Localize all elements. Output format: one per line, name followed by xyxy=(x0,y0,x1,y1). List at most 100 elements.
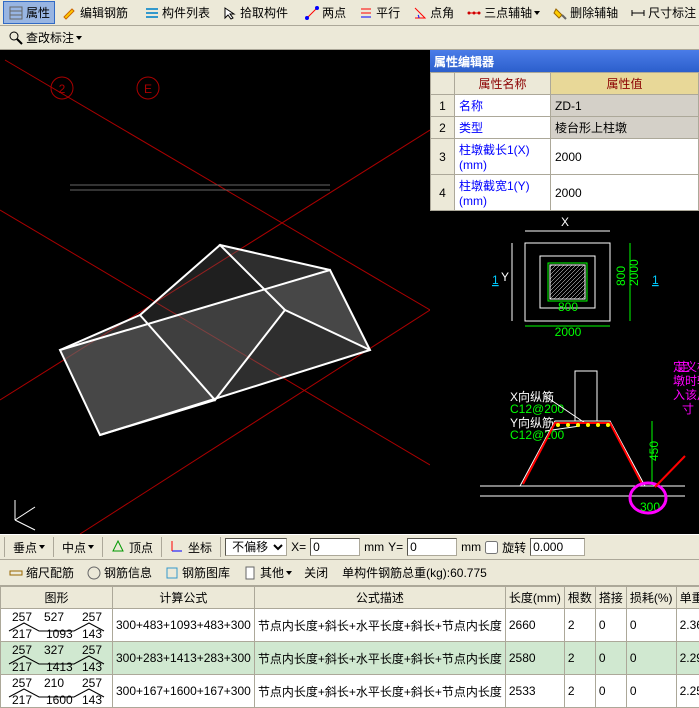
num-cell: 2 xyxy=(564,642,595,675)
svg-text:143: 143 xyxy=(82,627,102,639)
info-button[interactable]: 钢筋信息 xyxy=(81,561,157,584)
coord-snap-button[interactable]: 坐标 xyxy=(165,536,217,559)
comp-list-button[interactable]: 构件列表 xyxy=(139,1,215,24)
col-len[interactable]: 长度(mm) xyxy=(505,587,564,609)
svg-text:1600: 1600 xyxy=(46,693,73,705)
table-row[interactable]: 2573272572171413143300+283+1413+283+300节… xyxy=(1,642,699,675)
property-editor-panel: 属性编辑器 属性名称 属性值 1名称ZD-1 2类型棱台形上柱墩 3柱墩截长1(… xyxy=(430,50,699,534)
svg-text:1413: 1413 xyxy=(46,660,73,672)
close-button[interactable]: 关闭 xyxy=(299,561,333,584)
info-label: 钢筋信息 xyxy=(104,564,152,581)
prop-value-cell[interactable]: ZD-1 xyxy=(551,95,699,117)
col-lap[interactable]: 搭接 xyxy=(595,587,626,609)
snap-toolbar: 垂点 中点 顶点 坐标 不偏移 X= mm Y= mm 旋转 xyxy=(0,534,699,560)
svg-text:E: E xyxy=(144,82,152,96)
dim-button[interactable]: 尺寸标注 xyxy=(625,1,699,24)
info-icon xyxy=(86,565,102,581)
y-label: Y= xyxy=(388,540,403,554)
table-header-row: 图形 计算公式 公式描述 长度(mm) 根数 搭接 损耗(%) 单重 xyxy=(1,587,699,609)
svg-text:1: 1 xyxy=(492,273,499,287)
del-aux-button[interactable]: 删除辅轴 xyxy=(547,1,623,24)
col-shape[interactable]: 图形 xyxy=(1,587,113,609)
svg-text:X: X xyxy=(561,215,569,229)
y-input[interactable] xyxy=(407,538,457,556)
props-button[interactable]: 属性 xyxy=(3,1,55,24)
col-weight[interactable]: 单重 xyxy=(676,587,699,609)
col-value: 属性值 xyxy=(551,73,699,95)
shape-cell: 2572102572171600143 xyxy=(1,675,113,708)
separator xyxy=(4,537,5,557)
search-icon xyxy=(8,30,24,46)
property-editor-title: 属性编辑器 xyxy=(430,50,699,72)
mid-snap-button[interactable]: 中点 xyxy=(57,536,99,559)
close-label: 关闭 xyxy=(304,564,328,581)
props-label: 属性 xyxy=(26,4,50,21)
diagram-panel: X Y 800 2000 800 2000 1 1 xyxy=(430,211,699,534)
desc-cell: 节点内长度+斜长+水平长度+斜长+节点内长度 xyxy=(254,642,505,675)
point-angle-button[interactable]: 点角 xyxy=(407,1,459,24)
prop-value-cell[interactable]: 棱台形上柱墩 xyxy=(551,117,699,139)
dim-icon xyxy=(630,5,646,21)
table-row[interactable]: 2572102572171600143300+167+1600+167+300节… xyxy=(1,675,699,708)
prop-value-cell[interactable]: 2000 xyxy=(551,139,699,175)
rotate-input[interactable] xyxy=(530,538,585,556)
svg-text:2000: 2000 xyxy=(627,259,641,286)
desc-cell: 节点内长度+斜长+水平长度+斜长+节点内长度 xyxy=(254,675,505,708)
svg-text:800: 800 xyxy=(558,300,578,314)
pick-comp-button[interactable]: 拾取构件 xyxy=(217,1,293,24)
scale-button[interactable]: 缩尺配筋 xyxy=(3,561,79,584)
col-num[interactable]: 根数 xyxy=(564,587,595,609)
dim-label: 尺寸标注 xyxy=(648,4,696,21)
top-snap-button[interactable]: 顶点 xyxy=(106,536,158,559)
svg-text:327: 327 xyxy=(44,644,64,657)
separator xyxy=(220,537,221,557)
edit-rebar-button[interactable]: 编辑钢筋 xyxy=(57,1,133,24)
weight-label: 单构件钢筋总重(kg): xyxy=(342,564,450,581)
col-desc[interactable]: 公式描述 xyxy=(254,587,505,609)
find-label: 查改标注 xyxy=(26,29,74,46)
svg-text:257: 257 xyxy=(82,644,102,657)
loss-cell: 0 xyxy=(626,675,676,708)
svg-text:210: 210 xyxy=(44,677,64,690)
col-name: 属性名称 xyxy=(455,73,551,95)
lib-label: 钢筋图库 xyxy=(182,564,230,581)
svg-text:2000: 2000 xyxy=(555,325,582,339)
table-row[interactable]: 2575272572171093143300+483+1093+483+300节… xyxy=(1,609,699,642)
separator xyxy=(53,537,54,557)
parallel-button[interactable]: 平行 xyxy=(353,1,405,24)
list-icon xyxy=(144,5,160,21)
cad-viewport[interactable]: 2 E xyxy=(0,50,430,534)
vert-snap-button[interactable]: 垂点 xyxy=(8,536,50,559)
svg-text:1: 1 xyxy=(652,273,659,287)
comp-list-label: 构件列表 xyxy=(162,4,210,21)
parallel-icon xyxy=(358,5,374,21)
three-aux-button[interactable]: 三点辅轴 xyxy=(461,1,545,24)
separator xyxy=(102,537,103,557)
threeaux-icon xyxy=(466,5,482,21)
rotate-checkbox[interactable] xyxy=(485,541,498,554)
offset-select[interactable]: 不偏移 xyxy=(225,538,287,556)
two-point-button[interactable]: 两点 xyxy=(299,1,351,24)
mm-label: mm xyxy=(364,540,384,554)
svg-text:800: 800 xyxy=(614,266,628,286)
desc-cell: 节点内长度+斜长+水平长度+斜长+节点内长度 xyxy=(254,609,505,642)
main-view: 2 E xyxy=(0,50,699,534)
x-input[interactable] xyxy=(310,538,360,556)
svg-text:527: 527 xyxy=(44,611,64,624)
col-formula[interactable]: 计算公式 xyxy=(113,587,255,609)
num-cell: 2 xyxy=(564,675,595,708)
find-button[interactable]: 查改标注 xyxy=(3,26,87,49)
prop-row: 3柱墩截长1(X)(mm)2000 xyxy=(431,139,699,175)
prop-value-cell[interactable]: 2000 xyxy=(551,175,699,211)
lap-cell: 0 xyxy=(595,609,626,642)
point-angle-label: 点角 xyxy=(430,4,454,21)
cursor-icon xyxy=(222,5,238,21)
lib-button[interactable]: 钢筋图库 xyxy=(159,561,235,584)
triangle-icon xyxy=(111,539,127,555)
other-button[interactable]: 其他 xyxy=(237,561,297,584)
three-aux-label: 三点辅轴 xyxy=(484,4,532,21)
dropdown-icon xyxy=(76,36,82,40)
col-loss[interactable]: 损耗(%) xyxy=(626,587,676,609)
lap-cell: 0 xyxy=(595,675,626,708)
dropdown-icon xyxy=(286,571,292,575)
